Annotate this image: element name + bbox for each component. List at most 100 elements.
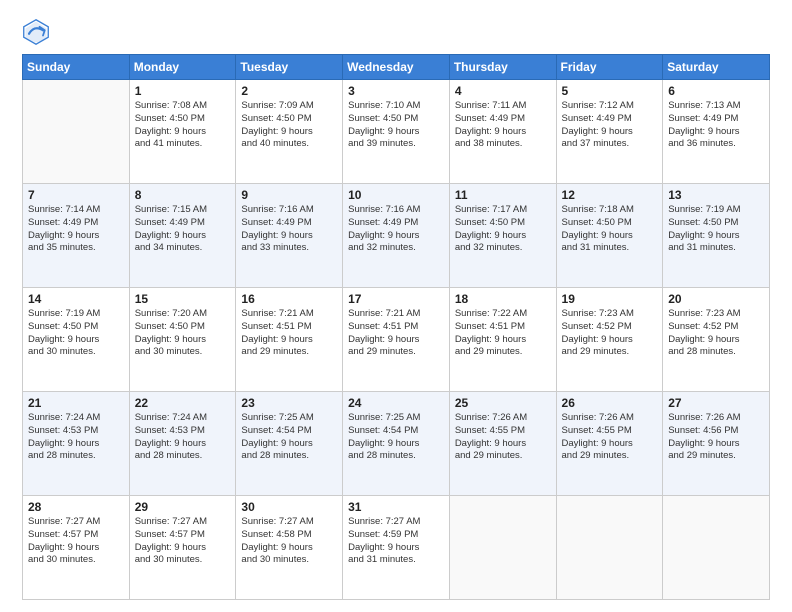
sunrise-text: Sunrise: 7:27 AM — [135, 516, 231, 529]
sunset-text: Sunset: 4:57 PM — [28, 529, 124, 542]
daylight-minutes-text: and 32 minutes. — [455, 242, 551, 255]
daylight-minutes-text: and 28 minutes. — [668, 346, 764, 359]
calendar-table: SundayMondayTuesdayWednesdayThursdayFrid… — [22, 54, 770, 600]
calendar-header-tuesday: Tuesday — [236, 55, 343, 80]
daylight-minutes-text: and 28 minutes. — [135, 450, 231, 463]
sunrise-text: Sunrise: 7:15 AM — [135, 204, 231, 217]
calendar-cell: 21Sunrise: 7:24 AMSunset: 4:53 PMDayligh… — [23, 392, 130, 496]
calendar-header-friday: Friday — [556, 55, 663, 80]
calendar-cell: 9Sunrise: 7:16 AMSunset: 4:49 PMDaylight… — [236, 184, 343, 288]
daylight-minutes-text: and 29 minutes. — [562, 346, 658, 359]
calendar-cell: 31Sunrise: 7:27 AMSunset: 4:59 PMDayligh… — [343, 496, 450, 600]
sunset-text: Sunset: 4:49 PM — [241, 217, 337, 230]
daylight-hours-label: Daylight: 9 hours — [28, 334, 124, 347]
sunset-text: Sunset: 4:59 PM — [348, 529, 444, 542]
day-number: 18 — [455, 292, 551, 306]
daylight-hours-label: Daylight: 9 hours — [241, 542, 337, 555]
day-number: 31 — [348, 500, 444, 514]
daylight-hours-label: Daylight: 9 hours — [455, 438, 551, 451]
sunrise-text: Sunrise: 7:19 AM — [668, 204, 764, 217]
day-number: 4 — [455, 84, 551, 98]
sunrise-text: Sunrise: 7:13 AM — [668, 100, 764, 113]
day-number: 17 — [348, 292, 444, 306]
daylight-minutes-text: and 32 minutes. — [348, 242, 444, 255]
sunset-text: Sunset: 4:52 PM — [562, 321, 658, 334]
daylight-minutes-text: and 38 minutes. — [455, 138, 551, 151]
sunset-text: Sunset: 4:50 PM — [562, 217, 658, 230]
daylight-hours-label: Daylight: 9 hours — [562, 438, 658, 451]
calendar-cell — [449, 496, 556, 600]
daylight-minutes-text: and 30 minutes. — [28, 554, 124, 567]
day-number: 1 — [135, 84, 231, 98]
day-number: 26 — [562, 396, 658, 410]
day-number: 2 — [241, 84, 337, 98]
day-number: 9 — [241, 188, 337, 202]
calendar-cell: 25Sunrise: 7:26 AMSunset: 4:55 PMDayligh… — [449, 392, 556, 496]
day-number: 7 — [28, 188, 124, 202]
day-number: 30 — [241, 500, 337, 514]
daylight-minutes-text: and 29 minutes. — [562, 450, 658, 463]
sunrise-text: Sunrise: 7:27 AM — [348, 516, 444, 529]
sunset-text: Sunset: 4:52 PM — [668, 321, 764, 334]
page: SundayMondayTuesdayWednesdayThursdayFrid… — [0, 0, 792, 612]
sunrise-text: Sunrise: 7:25 AM — [241, 412, 337, 425]
daylight-minutes-text: and 31 minutes. — [348, 554, 444, 567]
calendar-cell: 20Sunrise: 7:23 AMSunset: 4:52 PMDayligh… — [663, 288, 770, 392]
daylight-minutes-text: and 37 minutes. — [562, 138, 658, 151]
calendar-cell — [663, 496, 770, 600]
daylight-minutes-text: and 29 minutes. — [668, 450, 764, 463]
calendar-cell: 6 Sunrise: 7:13 AMSunset: 4:49 PMDaylight… — [663, 80, 770, 184]
sunrise-text: Sunrise: 7:19 AM — [28, 308, 124, 321]
calendar-week-row: 7 Sunrise: 7:14 AM Sunset: 4:49 PM Daylight… — [23, 184, 770, 288]
sunrise-text: Sunrise: 7:14 AM — [28, 204, 124, 217]
sunrise-text: Sunrise: 7:26 AM — [562, 412, 658, 425]
daylight-hours-label: Daylight: 9 hours — [241, 334, 337, 347]
daylight-hours-label: Daylight: 9 hours — [135, 230, 231, 243]
calendar-cell: 13Sunrise: 7:19 AMSunset: 4:50 PMDayligh… — [663, 184, 770, 288]
day-number: 6 — [668, 84, 764, 98]
day-number: 20 — [668, 292, 764, 306]
sunrise-text: Sunrise: 7:24 AM — [135, 412, 231, 425]
calendar-header-saturday: Saturday — [663, 55, 770, 80]
sunrise-text: Sunrise: 7:21 AM — [348, 308, 444, 321]
daylight-minutes-text: and 41 minutes. — [135, 138, 231, 151]
daylight-hours-label: Daylight: 9 hours — [348, 438, 444, 451]
sunrise-text: Sunrise: 7:16 AM — [348, 204, 444, 217]
sunrise-text: Sunrise: 7:27 AM — [28, 516, 124, 529]
calendar-cell: 12Sunrise: 7:18 AMSunset: 4:50 PMDayligh… — [556, 184, 663, 288]
daylight-hours-label: Daylight: 9 hours — [455, 334, 551, 347]
daylight-minutes-text: and 30 minutes. — [241, 554, 337, 567]
daylight-minutes-text: and 31 minutes. — [668, 242, 764, 255]
sunset-text: Sunset: 4:50 PM — [668, 217, 764, 230]
sunset-text: Sunset: 4:51 PM — [241, 321, 337, 334]
sunrise-text: Sunrise: 7:26 AM — [668, 412, 764, 425]
calendar-cell: 7Sunrise: 7:14 AMSunset: 4:49 PMDaylight… — [23, 184, 130, 288]
calendar-header-row: SundayMondayTuesdayWednesdayThursdayFrid… — [23, 55, 770, 80]
sunrise-text: Sunrise: 7:09 AM — [241, 100, 337, 113]
day-number: 23 — [241, 396, 337, 410]
sunset-text: Sunset: 4:53 PM — [28, 425, 124, 438]
calendar-cell — [23, 80, 130, 184]
sunrise-text: Sunrise: 7:24 AM — [28, 412, 124, 425]
sunrise-text: Sunrise: 7:20 AM — [135, 308, 231, 321]
daylight-hours-label: Daylight: 9 hours — [455, 126, 551, 139]
calendar-cell: 24Sunrise: 7:25 AMSunset: 4:54 PMDayligh… — [343, 392, 450, 496]
daylight-hours-label: Daylight: 9 hours — [28, 230, 124, 243]
sunrise-text: Sunrise: 7:08 AM — [135, 100, 231, 113]
daylight-hours-label: Daylight: 9 hours — [668, 126, 764, 139]
calendar-cell: 1Sunrise: 7:08 AMSunset: 4:50 PMDaylight… — [129, 80, 236, 184]
calendar-cell: 22Sunrise: 7:24 AMSunset: 4:53 PMDayligh… — [129, 392, 236, 496]
daylight-minutes-text: and 30 minutes. — [135, 554, 231, 567]
calendar-header-monday: Monday — [129, 55, 236, 80]
day-number: 15 — [135, 292, 231, 306]
daylight-hours-label: Daylight: 9 hours — [348, 334, 444, 347]
calendar-cell: 15Sunrise: 7:20 AMSunset: 4:50 PMDayligh… — [129, 288, 236, 392]
calendar-cell: 29Sunrise: 7:27 AMSunset: 4:57 PMDayligh… — [129, 496, 236, 600]
sunrise-text: Sunrise: 7:11 AM — [455, 100, 551, 113]
sunset-text: Sunset: 4:54 PM — [348, 425, 444, 438]
day-number: 5 — [562, 84, 658, 98]
calendar-cell: 10Sunrise: 7:16 AMSunset: 4:49 PMDayligh… — [343, 184, 450, 288]
day-number: 27 — [668, 396, 764, 410]
sunrise-text: Sunrise: 7:18 AM — [562, 204, 658, 217]
sunset-text: Sunset: 4:49 PM — [668, 113, 764, 126]
